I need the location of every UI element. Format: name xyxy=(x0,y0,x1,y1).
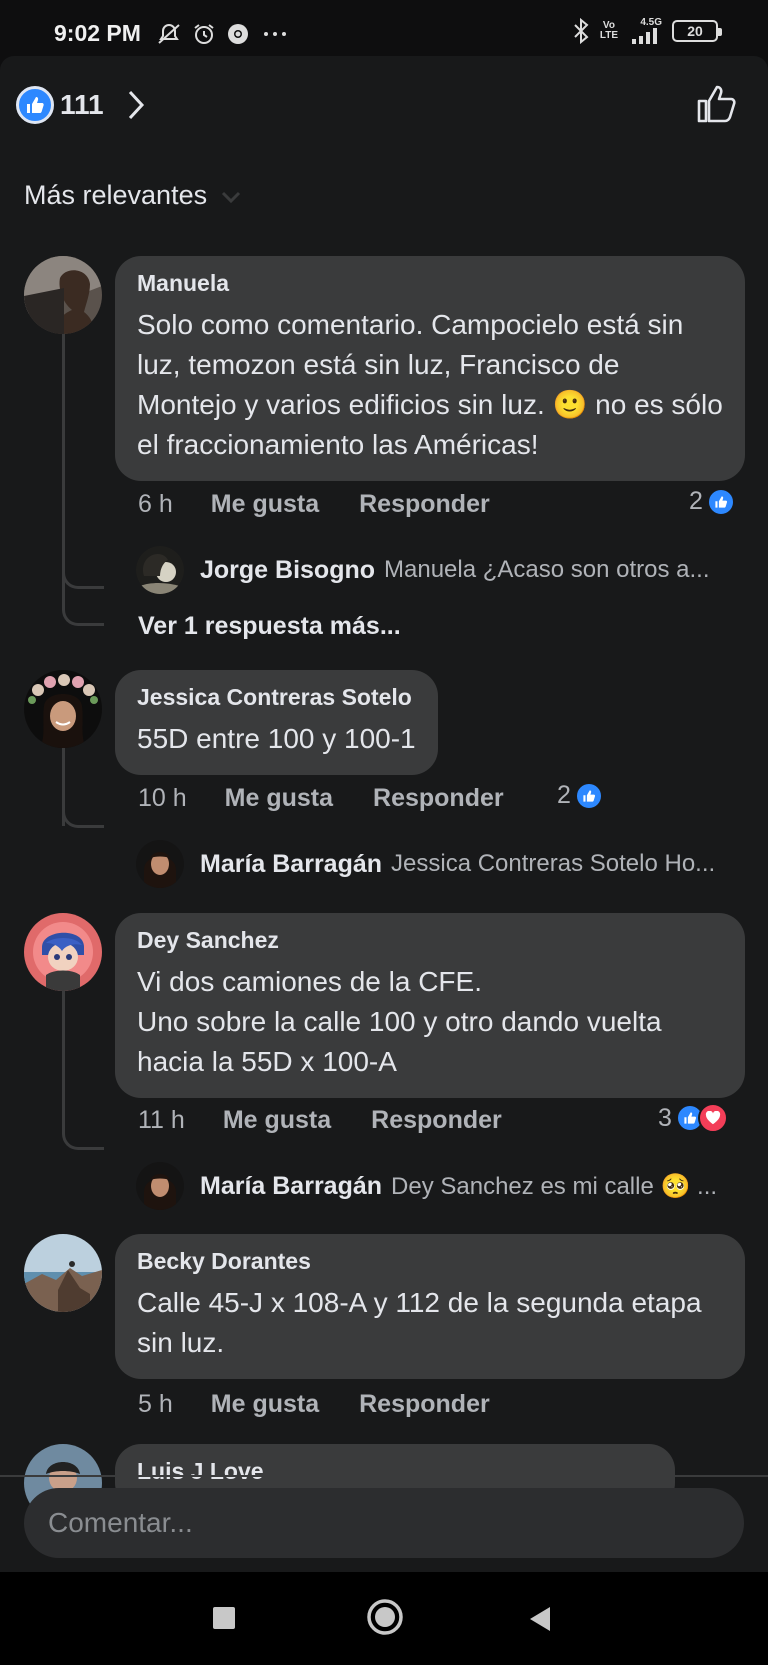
reply-preview[interactable]: María Barragán Jessica Contreras Sotelo … xyxy=(136,840,746,888)
reply-preview[interactable]: Jorge Bisogno Manuela ¿Acaso son otros a… xyxy=(136,546,746,594)
avatar[interactable] xyxy=(136,1162,184,1210)
status-left-icons xyxy=(156,22,290,46)
view-more-replies-link[interactable]: Ver 1 respuesta más... xyxy=(138,612,401,641)
back-triangle-icon[interactable] xyxy=(528,1606,552,1632)
comment-bubble[interactable]: Becky Dorantes Calle 45-J x 108-A y 112 … xyxy=(115,1234,745,1379)
comments-panel: 111 Más relevantes Manuela Solo como com… xyxy=(0,56,768,1572)
like-button[interactable]: Me gusta xyxy=(211,490,319,519)
reply-author[interactable]: María Barragán xyxy=(200,1172,382,1201)
status-right-icons: Vo LTE 4.5G 20 xyxy=(572,18,722,44)
comment-bubble[interactable]: Dey Sanchez Vi dos camiones de la CFE. U… xyxy=(115,913,745,1098)
recents-square-icon[interactable] xyxy=(212,1606,236,1630)
comment-text: Vi dos camiones de la CFE. Uno sobre la … xyxy=(137,966,662,1077)
comment-time: 5 h xyxy=(138,1390,173,1418)
comment-text: 55D entre 100 y 100-1 xyxy=(137,723,416,754)
bluetooth-icon xyxy=(574,18,589,44)
thread-connector xyxy=(62,1118,104,1150)
chevron-right-icon xyxy=(128,90,144,120)
comment-text: Calle 45-J x 108-A y 112 de la segunda e… xyxy=(137,1287,702,1358)
comment-author[interactable]: Dey Sanchez xyxy=(137,927,723,954)
comment-author[interactable]: Becky Dorantes xyxy=(137,1248,723,1275)
sort-dropdown[interactable]: Más relevantes xyxy=(24,180,241,211)
avatar[interactable] xyxy=(24,913,102,991)
reply-text: Dey Sanchez es mi calle 🥺 ... xyxy=(391,1172,718,1200)
reactions-summary[interactable]: 111 xyxy=(16,82,146,128)
avatar[interactable] xyxy=(24,670,102,748)
comment-composer[interactable] xyxy=(24,1488,744,1558)
volte-icon: Vo LTE xyxy=(600,21,618,41)
status-time: 9:02 PM xyxy=(54,20,141,46)
like-button[interactable]: Me gusta xyxy=(211,1390,319,1419)
volte-bottom-label: LTE xyxy=(599,30,618,41)
navigation-bar xyxy=(0,1572,768,1665)
signal-icon: 4.5G xyxy=(628,18,662,44)
reply-button[interactable]: Responder xyxy=(373,784,504,813)
comment-actions: 6 h Me gusta Responder xyxy=(138,490,490,519)
like-button[interactable]: Me gusta xyxy=(225,784,333,813)
comment-time: 11 h xyxy=(138,1106,185,1134)
comment-text: Solo como comentario. Campocielo está si… xyxy=(137,309,723,460)
comment-bubble[interactable]: Jessica Contreras Sotelo 55D entre 100 y… xyxy=(115,670,438,775)
avatar[interactable] xyxy=(136,840,184,888)
avatar[interactable] xyxy=(136,546,184,594)
comment-author[interactable]: Jessica Contreras Sotelo xyxy=(137,684,416,711)
like-reaction-icon xyxy=(706,487,735,516)
home-circle-icon[interactable] xyxy=(366,1598,404,1636)
reply-author[interactable]: María Barragán xyxy=(200,850,382,879)
chrome-icon xyxy=(228,24,248,44)
like-reaction-icon xyxy=(16,86,54,124)
status-bar: 9:02 PM Vo LTE 4.5G 20 xyxy=(0,0,768,56)
more-dots-icon xyxy=(264,32,286,36)
comment-author[interactable]: Manuela xyxy=(137,270,723,297)
comment-reactions[interactable]: 2 xyxy=(557,781,603,810)
comment-reaction-count: 2 xyxy=(689,487,703,515)
mute-alarm-icon xyxy=(158,23,180,44)
thread-connector xyxy=(62,796,104,828)
reply-text: Manuela ¿Acaso son otros a... xyxy=(384,556,710,583)
comment-bubble[interactable]: Manuela Solo como comentario. Campocielo… xyxy=(115,256,745,481)
reply-button[interactable]: Responder xyxy=(359,1390,490,1419)
comment-reactions[interactable]: 2 xyxy=(689,487,735,516)
sort-label: Más relevantes xyxy=(24,180,208,210)
reply-text: Jessica Contreras Sotelo Ho... xyxy=(391,850,716,877)
reaction-count: 111 xyxy=(60,89,104,120)
thread-connector xyxy=(62,596,104,626)
battery-indicator: 20 xyxy=(672,20,722,42)
thread-connector xyxy=(62,561,104,589)
love-reaction-icon xyxy=(697,1103,728,1133)
composer-divider xyxy=(0,1475,768,1477)
comment-reaction-count: 3 xyxy=(658,1103,672,1132)
reply-button[interactable]: Responder xyxy=(371,1106,502,1135)
comment-actions: 5 h Me gusta Responder xyxy=(138,1390,490,1419)
like-reaction-icon xyxy=(574,781,603,810)
network-label: 4.5G xyxy=(640,17,662,28)
reply-author[interactable]: Jorge Bisogno xyxy=(200,556,375,585)
comment-actions: 10 h Me gusta Responder xyxy=(138,784,504,813)
avatar[interactable] xyxy=(24,1234,102,1312)
comment-reactions[interactable]: 3 xyxy=(658,1103,728,1133)
comment-author[interactable]: Luis J Love xyxy=(137,1458,653,1485)
comment-time: 6 h xyxy=(138,490,173,518)
chevron-down-icon xyxy=(222,191,241,203)
comment-input[interactable] xyxy=(48,1507,744,1539)
comment-actions: 11 h Me gusta Responder xyxy=(138,1106,502,1135)
thread-line xyxy=(62,991,65,1131)
alarm-icon xyxy=(194,24,214,44)
like-outline-icon[interactable] xyxy=(696,84,738,124)
comment-time: 10 h xyxy=(138,784,187,812)
like-button[interactable]: Me gusta xyxy=(223,1106,331,1135)
avatar[interactable] xyxy=(24,256,102,334)
comment-reaction-count: 2 xyxy=(557,781,571,809)
reply-preview[interactable]: María Barragán Dey Sanchez es mi calle 🥺… xyxy=(136,1162,746,1210)
reply-button[interactable]: Responder xyxy=(359,490,490,519)
